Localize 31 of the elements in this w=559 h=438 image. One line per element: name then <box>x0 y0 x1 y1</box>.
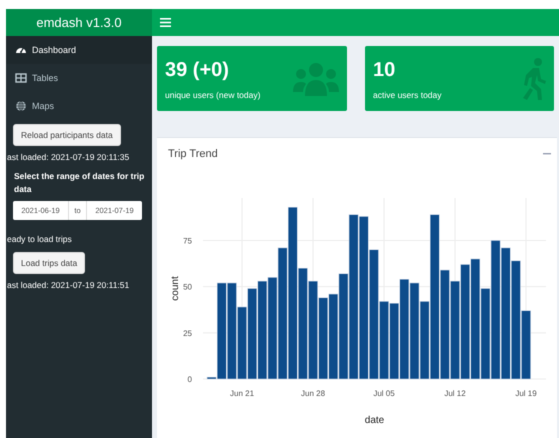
sidebar-item[interactable]: Tables <box>6 64 152 92</box>
axis-tick-label: Jul 05 <box>373 389 395 398</box>
axis-tick-label: Jun 28 <box>301 389 326 398</box>
stat-value: 39 (+0) <box>165 58 230 82</box>
status-text: eady to load trips <box>7 234 72 244</box>
table-icon <box>15 72 27 84</box>
walking-person-icon <box>522 56 546 100</box>
stat-value: 10 <box>373 58 396 82</box>
users-icon <box>293 60 339 96</box>
axis-tick-label: 75 <box>183 236 192 246</box>
axis-tick-label: Jul 12 <box>444 389 466 398</box>
load-button[interactable]: Reload participants data <box>13 124 121 146</box>
load-button[interactable]: Load trips data <box>13 252 86 274</box>
axis-tick-label: Jun 21 <box>230 389 254 398</box>
stat-label: active users today <box>373 90 442 100</box>
globe-icon <box>15 100 27 112</box>
axis-tick-label: 25 <box>183 328 192 338</box>
field-label: Select the range of dates for trip data <box>14 170 146 196</box>
status-text: ast loaded: 2021-07-19 20:11:51 <box>7 280 130 290</box>
axis-tick-label: 50 <box>183 282 192 292</box>
stat-label: unique users (new today) <box>165 90 260 100</box>
axis-tick-label: Jul 19 <box>515 389 537 398</box>
status-text: ast loaded: 2021-07-19 20:11:35 <box>7 152 130 162</box>
card-title: Trip Trend <box>168 148 218 160</box>
axis-tick-label: 0 <box>188 375 192 384</box>
app-title: emdash v1.3.0 <box>6 9 152 36</box>
sidebar-item[interactable]: Dashboard <box>6 36 152 64</box>
axis-title: date <box>364 415 384 426</box>
axis-title: count <box>170 276 181 301</box>
sidebar-item[interactable]: Maps <box>6 92 152 120</box>
menu-icon[interactable] <box>160 18 171 27</box>
